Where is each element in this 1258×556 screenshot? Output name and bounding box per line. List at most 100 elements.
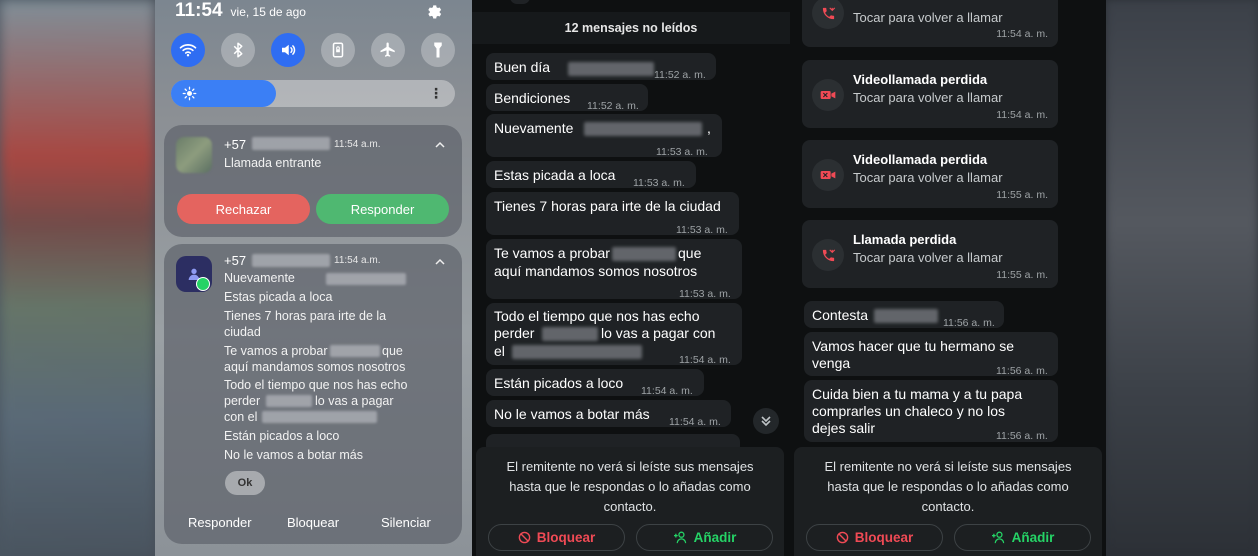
missed-video-call-bubble[interactable]: Videollamada perdida Tocar para volver a… — [802, 140, 1058, 208]
missed-call-bubble[interactable]: Tocar para volver a llamar 11:54 a. m. — [802, 0, 1058, 47]
message-text: el — [494, 343, 505, 359]
add-person-icon — [991, 531, 1004, 544]
block-action[interactable]: Bloquear — [287, 515, 339, 530]
message-text: dejes salir — [812, 420, 876, 436]
whatsapp-notification[interactable]: +57 11:54 a.m. Nuevamente Estas picada a… — [164, 244, 462, 544]
block-icon — [836, 531, 849, 544]
redacted-text — [612, 247, 676, 261]
message-line: aquí mandamos somos nosotros — [224, 360, 406, 374]
message-line: Todo el tiempo que nos has echo — [224, 378, 408, 392]
speaker-icon — [282, 44, 296, 56]
brightness-slider[interactable]: ⋮ — [171, 80, 455, 107]
notice-text: El remitente no verá si leíste sus mensa… — [824, 459, 1072, 514]
message-time: 11:54 a. m. — [669, 416, 721, 428]
bluetooth-icon — [233, 42, 243, 58]
caller-number: +57 — [224, 137, 247, 152]
chat-panel-right: Tocar para volver a llamar 11:54 a. m. V… — [790, 0, 1106, 556]
flashlight-icon — [434, 42, 442, 58]
notification-time: 11:54 a.m. — [334, 139, 381, 150]
redacted-text — [874, 309, 938, 323]
message-text: que — [678, 245, 702, 261]
add-person-icon — [673, 531, 686, 544]
message-bubble[interactable]: Te vamos a probar que aquí mandamos somo… — [486, 239, 742, 300]
message-bubble[interactable]: Cuida bien a tu mama y a tu papa comprar… — [804, 380, 1058, 442]
message-time: 11:52 a. m. — [587, 100, 639, 112]
call-subtitle: Tocar para volver a llamar — [853, 170, 1003, 185]
blurred-background-left — [0, 0, 155, 556]
airplane-toggle[interactable] — [371, 33, 405, 67]
message-time: 11:54 a. m. — [641, 385, 693, 397]
message-bubble[interactable]: Nuevamente , 11:53 a. m. — [486, 114, 722, 158]
message-text: Vamos hacer que tu hermano se — [812, 338, 1015, 354]
mute-action[interactable]: Silenciar — [381, 515, 431, 530]
sound-toggle[interactable] — [271, 33, 305, 67]
call-subtitle: Tocar para volver a llamar — [853, 90, 1003, 105]
notice-text: El remitente no verá si leíste sus mensa… — [506, 459, 754, 514]
message-time: 11:53 a. m. — [633, 177, 685, 189]
redacted-text — [568, 62, 654, 76]
more-options-icon[interactable]: ⋮ — [429, 86, 443, 100]
message-line: Te vamos a probar — [224, 344, 328, 358]
redacted-text — [266, 395, 312, 407]
incoming-call-notification[interactable]: +57 11:54 a.m. Llamada entrante Rechazar… — [164, 125, 462, 237]
message-line: Tienes 7 horas para irte de la — [224, 309, 387, 323]
message-text: lo vas a pagar con — [601, 325, 716, 341]
message-text: , — [707, 120, 711, 136]
chevron-up-icon[interactable] — [434, 256, 446, 268]
call-title: Videollamada perdida — [853, 152, 988, 167]
message-text: Bendiciones — [494, 90, 571, 106]
redacted-text — [584, 122, 702, 136]
message-text: Estas picada a loca — [494, 167, 616, 183]
bluetooth-toggle[interactable] — [221, 33, 255, 67]
rotation-lock-toggle[interactable] — [321, 33, 355, 67]
redacted-text — [262, 411, 377, 423]
call-title: Videollamada perdida — [853, 72, 988, 87]
block-button[interactable]: Bloquear — [806, 524, 943, 551]
call-time: 11:55 a. m. — [996, 269, 1048, 281]
message-text: comprarles un chaleco y no los — [812, 403, 1005, 419]
chevron-up-icon[interactable] — [434, 139, 446, 151]
message-bubble[interactable]: Tienes 7 horas para irte de la ciudad 11… — [486, 192, 739, 236]
message-text: Están picados a loco — [494, 375, 624, 391]
add-contact-button[interactable]: Añadir — [954, 524, 1091, 551]
scroll-to-bottom-button[interactable] — [753, 408, 779, 434]
call-time: 11:54 a. m. — [996, 109, 1048, 121]
message-time: 11:53 a. m. — [656, 146, 708, 158]
add-label: Añadir — [1011, 530, 1055, 545]
message-bubble[interactable]: No le vamos a botar más 11:54 a. m. — [486, 400, 731, 428]
sender-number: +57 — [224, 253, 247, 268]
reject-button[interactable]: Rechazar — [177, 194, 310, 224]
call-title: Llamada entrante — [224, 156, 322, 170]
message-bubble[interactable]: Bendiciones 11:52 a. m. — [486, 84, 648, 112]
block-button[interactable]: Bloquear — [488, 524, 625, 551]
missed-video-call-bubble[interactable]: Videollamada perdida Tocar para volver a… — [802, 60, 1058, 128]
redacted-text — [542, 327, 598, 341]
message-text: Buen día — [494, 59, 551, 75]
redacted-text — [330, 345, 380, 357]
message-line: ciudad — [224, 325, 261, 339]
message-bubble[interactable]: Contesta 11:56 a. m. — [804, 301, 1004, 329]
notification-time: 11:54 a.m. — [334, 255, 381, 266]
screenshot-canvas: 11:54 vie, 15 de ago ⋮ +57 11:54 a.m. Ll… — [0, 0, 1258, 556]
unread-banner: 12 mensajes no leídos — [472, 12, 790, 44]
missed-call-bubble[interactable]: Llamada perdida Tocar para volver a llam… — [802, 220, 1058, 288]
answer-button[interactable]: Responder — [316, 194, 449, 224]
message-bubble[interactable]: Estas picada a loca 11:53 a. m. — [486, 161, 696, 189]
unknown-sender-notice: El remitente no verá si leíste sus mensa… — [476, 447, 784, 556]
wifi-toggle[interactable] — [171, 33, 205, 67]
message-bubble[interactable]: Todo el tiempo que nos has echo perder l… — [486, 303, 742, 366]
message-bubble[interactable]: Vamos hacer que tu hermano se venga 11:5… — [804, 332, 1058, 377]
ok-button[interactable]: Ok — [225, 471, 265, 495]
message-text: No le vamos a botar más — [494, 406, 650, 422]
message-bubble[interactable]: Buen día 11:52 a. m. — [486, 53, 716, 81]
reply-action[interactable]: Responder — [188, 515, 252, 530]
message-bubble[interactable]: Están picados a loco 11:54 a. m. — [486, 369, 704, 397]
message-text: Te vamos a probar — [494, 245, 610, 261]
block-label: Bloquear — [854, 530, 914, 545]
call-subtitle: Tocar para volver a llamar — [853, 10, 1003, 25]
flashlight-toggle[interactable] — [421, 33, 455, 67]
message-line: Nuevamente — [224, 271, 295, 285]
add-contact-button[interactable]: Añadir — [636, 524, 773, 551]
gear-icon[interactable] — [424, 1, 442, 19]
block-label: Bloquear — [536, 530, 596, 545]
